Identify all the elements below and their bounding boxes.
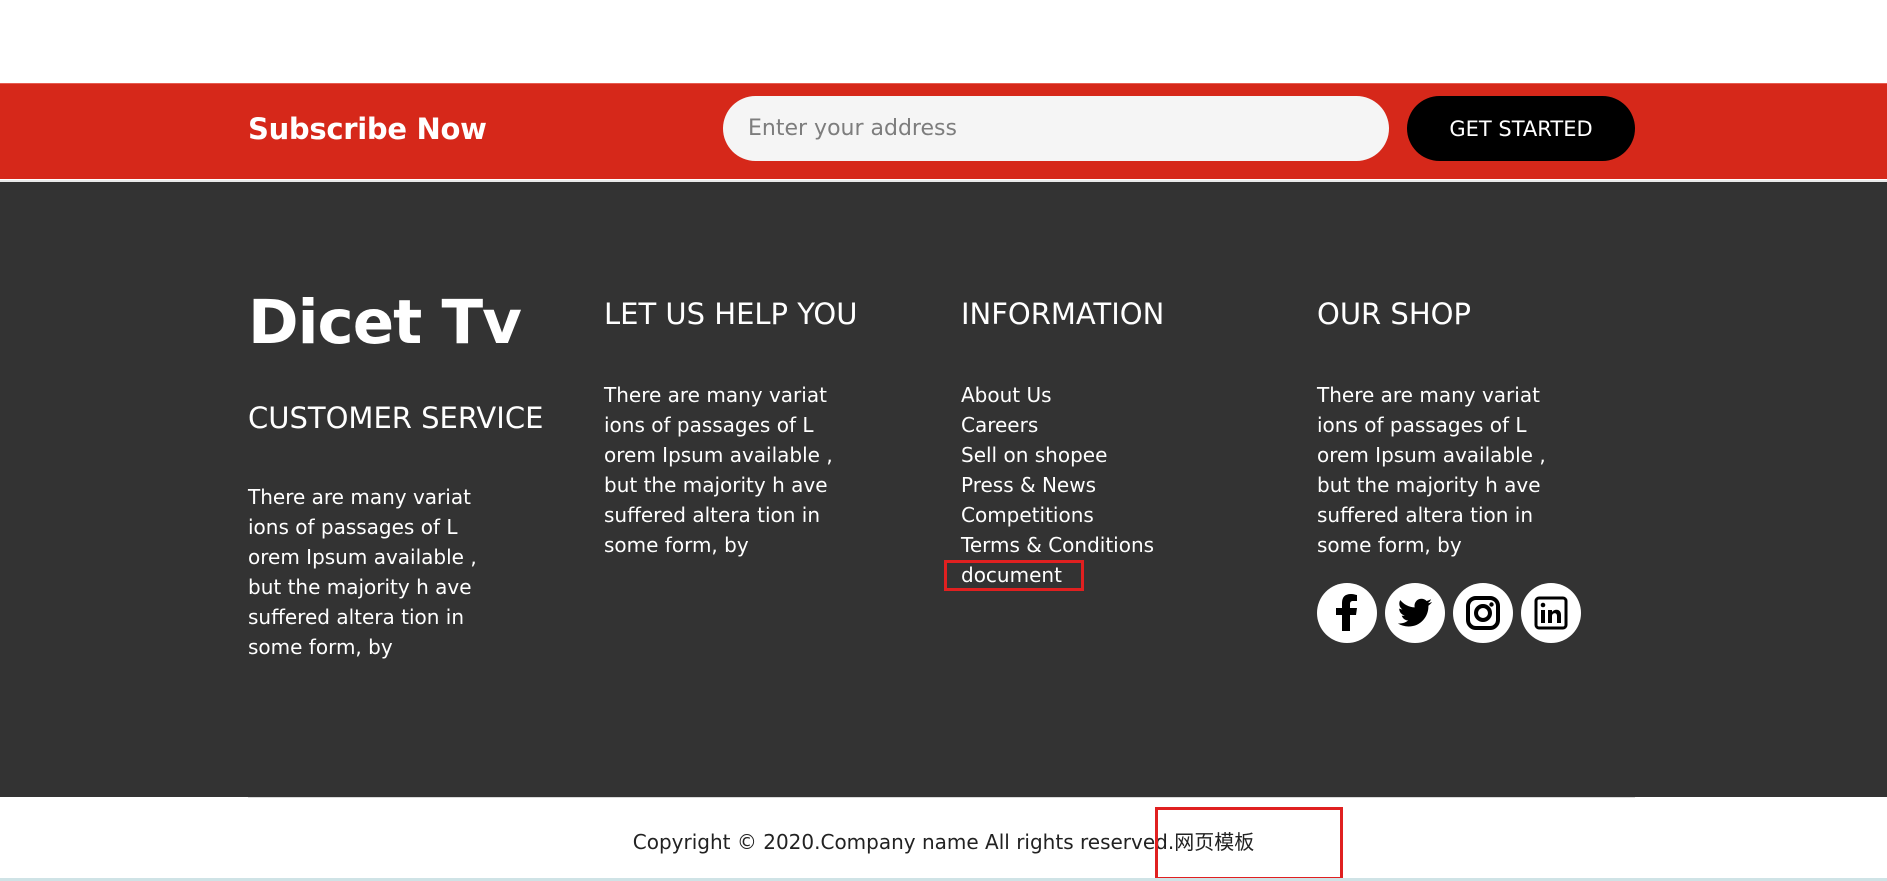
page: Subscribe Now GET STARTED Dicet Tv CUSTO… <box>0 0 1887 881</box>
facebook-icon[interactable] <box>1317 583 1377 643</box>
twitter-icon[interactable] <box>1385 583 1445 643</box>
instagram-icon[interactable] <box>1453 583 1513 643</box>
subscribe-title: Subscribe Now <box>248 112 487 146</box>
link-competitions[interactable]: Competitions <box>961 500 1154 530</box>
link-sell-on-shopee[interactable]: Sell on shopee <box>961 440 1154 470</box>
subscribe-bar: Subscribe Now GET STARTED <box>0 83 1887 179</box>
site-logo[interactable]: Dicet Tv <box>248 292 522 353</box>
customer-service-heading: CUSTOMER SERVICE <box>248 401 544 435</box>
footer: Dicet Tv CUSTOMER SERVICE There are many… <box>0 180 1887 797</box>
link-about-us[interactable]: About Us <box>961 380 1154 410</box>
customer-service-text: There are many variat ions of passages o… <box>248 485 477 659</box>
linkedin-icon[interactable] <box>1521 583 1581 643</box>
link-terms-conditions[interactable]: Terms & Conditions <box>961 530 1154 560</box>
address-input[interactable] <box>723 96 1389 161</box>
help-text: There are many variat ions of passages o… <box>604 383 833 557</box>
shop-heading: OUR SHOP <box>1317 297 1471 331</box>
highlight-box <box>1155 807 1343 880</box>
shop-text: There are many variat ions of passages o… <box>1317 383 1546 557</box>
copyright: Copyright © 2020.Company name All rights… <box>0 826 1887 855</box>
get-started-button[interactable]: GET STARTED <box>1407 96 1635 161</box>
highlight-box <box>944 560 1084 591</box>
information-heading: INFORMATION <box>961 297 1165 331</box>
information-links: About Us Careers Sell on shopee Press & … <box>944 380 1154 591</box>
help-heading: LET US HELP YOU <box>604 297 858 331</box>
link-press-news[interactable]: Press & News <box>961 470 1154 500</box>
link-careers[interactable]: Careers <box>961 410 1154 440</box>
social-links <box>1317 583 1581 643</box>
footer-divider <box>248 797 1635 798</box>
copyright-text: Copyright © 2020.Company name All rights… <box>632 830 1175 854</box>
